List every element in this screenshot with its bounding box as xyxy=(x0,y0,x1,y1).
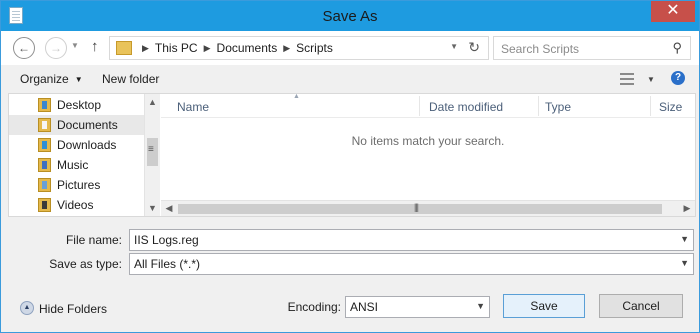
column-header-type[interactable]: Type xyxy=(545,100,571,114)
refresh-button[interactable]: ↻ xyxy=(468,39,480,56)
sort-ascending-icon: ▲ xyxy=(293,93,300,100)
chevron-down-icon: ▼ xyxy=(450,42,458,51)
forward-button[interactable]: → xyxy=(45,37,67,59)
videos-folder-icon xyxy=(38,198,51,212)
cancel-button[interactable]: Cancel xyxy=(599,294,683,318)
file-name-field[interactable]: IIS Logs.reg ▼ xyxy=(129,229,694,251)
help-icon[interactable]: ? xyxy=(671,71,685,85)
search-input[interactable]: Search Scripts ⚲ xyxy=(493,36,691,60)
sidebar-item-music[interactable]: Music xyxy=(9,155,144,175)
chevron-down-icon: ▼ xyxy=(71,41,79,50)
chevron-down-icon: ▼ xyxy=(647,75,655,84)
back-button[interactable]: ← xyxy=(13,37,35,59)
command-bar: Organize ▼ New folder ▼ ? xyxy=(1,65,699,93)
back-arrow-icon: ← xyxy=(18,41,30,55)
sidebar-item-label: Music xyxy=(57,158,89,172)
organize-button[interactable]: Organize ▼ xyxy=(20,72,83,86)
chevron-right-icon: ▶ xyxy=(142,43,149,53)
column-header-name[interactable]: Name xyxy=(177,100,209,114)
view-options-icon[interactable] xyxy=(620,73,634,85)
column-header-date-modified[interactable]: Date modified xyxy=(429,100,503,114)
collapse-up-icon: ▲ xyxy=(20,301,34,315)
encoding-label: Encoding: xyxy=(287,300,341,314)
new-folder-button[interactable]: New folder xyxy=(102,72,159,86)
file-list-horizontal-scrollbar[interactable]: ◀ ▶ xyxy=(161,200,695,216)
column-header-row: ▲ Name Date modified Type Size xyxy=(161,93,695,118)
column-divider[interactable] xyxy=(538,96,539,116)
address-bar[interactable]: ▶ This PC ▶ Documents ▶ Scripts ▼ ↻ xyxy=(109,36,489,60)
scroll-right-icon[interactable]: ▶ xyxy=(679,201,695,217)
folder-icon xyxy=(116,41,132,55)
up-button[interactable]: ↑ xyxy=(91,38,99,55)
breadcrumb-scripts[interactable]: Scripts xyxy=(296,41,333,55)
encoding-select[interactable]: ANSI ▼ xyxy=(345,296,490,318)
sidebar-item-label: Downloads xyxy=(57,138,117,152)
breadcrumb-this-pc[interactable]: This PC xyxy=(155,41,198,55)
save-as-type-label: Save as type: xyxy=(49,257,122,271)
navigation-pane: Desktop Documents Downloads Music Pictur… xyxy=(9,94,160,216)
hide-folders-label: Hide Folders xyxy=(39,302,108,316)
up-arrow-icon: ↑ xyxy=(91,38,99,55)
column-divider[interactable] xyxy=(419,96,420,116)
chevron-down-icon: ▼ xyxy=(680,258,689,268)
search-placeholder: Search Scripts xyxy=(501,42,580,56)
chevron-right-icon[interactable]: ▶ xyxy=(204,43,211,53)
documents-folder-icon xyxy=(38,118,51,132)
sidebar-item-label: Documents xyxy=(57,118,118,132)
recent-locations-dropdown[interactable]: ▼ xyxy=(71,41,79,50)
title-bar: Save As ✕ xyxy=(1,1,699,31)
save-as-type-select[interactable]: All Files (*.*) ▼ xyxy=(129,253,694,275)
sidebar-item-documents[interactable]: Documents xyxy=(9,115,144,135)
close-button[interactable]: ✕ xyxy=(651,1,695,22)
scrollbar-thumb[interactable] xyxy=(147,138,158,166)
browser-pane: Desktop Documents Downloads Music Pictur… xyxy=(8,93,696,217)
downloads-folder-icon xyxy=(38,138,51,152)
column-divider[interactable] xyxy=(650,96,651,116)
navigation-bar: ← → ▼ ↑ ▶ This PC ▶ Documents ▶ Scripts ▼ ↻ S… xyxy=(1,31,699,65)
scroll-up-icon[interactable]: ▲ xyxy=(145,94,160,110)
sidebar-item-pictures[interactable]: Pictures xyxy=(9,175,144,195)
view-dropdown-button[interactable]: ▼ xyxy=(647,75,655,84)
address-history-dropdown[interactable]: ▼ xyxy=(450,42,458,51)
sidebar-item-videos[interactable]: Videos xyxy=(9,195,144,215)
sidebar-item-label: Desktop xyxy=(57,98,102,112)
chevron-right-icon[interactable]: ▶ xyxy=(283,43,290,53)
pictures-folder-icon xyxy=(38,178,51,192)
scrollbar-thumb[interactable] xyxy=(178,202,662,214)
save-as-type-value: All Files (*.*) xyxy=(134,257,201,271)
organize-label: Organize xyxy=(20,72,69,86)
navigation-pane-scrollbar[interactable]: ▲ ▼ xyxy=(144,94,160,216)
sidebar-item-label: Pictures xyxy=(57,178,101,192)
save-button[interactable]: Save xyxy=(503,294,585,318)
chevron-down-icon: ▼ xyxy=(476,301,485,311)
scroll-down-icon[interactable]: ▼ xyxy=(145,200,160,216)
file-list-pane: ▲ Name Date modified Type Size No items … xyxy=(161,93,695,216)
save-as-dialog: Save As ✕ ← → ▼ ↑ ▶ This PC ▶ Documents ▶ Scr… xyxy=(0,0,700,333)
file-name-value[interactable]: IIS Logs.reg xyxy=(134,233,199,247)
forward-arrow-icon: → xyxy=(50,41,62,55)
desktop-folder-icon xyxy=(38,98,51,112)
sidebar-item-label: Videos xyxy=(57,198,94,212)
sidebar-item-downloads[interactable]: Downloads xyxy=(9,135,144,155)
music-folder-icon xyxy=(38,158,51,172)
chevron-down-icon: ▼ xyxy=(74,75,83,84)
scroll-left-icon[interactable]: ◀ xyxy=(161,201,177,217)
file-name-label: File name: xyxy=(65,233,122,247)
refresh-icon: ↻ xyxy=(468,39,480,55)
breadcrumb-documents[interactable]: Documents xyxy=(217,41,278,55)
encoding-value: ANSI xyxy=(350,300,379,314)
search-icon[interactable]: ⚲ xyxy=(672,40,682,56)
column-header-size[interactable]: Size xyxy=(659,100,682,114)
sidebar-item-desktop[interactable]: Desktop xyxy=(9,95,144,115)
empty-folder-message: No items match your search. xyxy=(351,134,505,148)
dialog-title: Save As xyxy=(322,8,378,25)
chevron-down-icon[interactable]: ▼ xyxy=(680,234,689,244)
breadcrumb: ▶ This PC ▶ Documents ▶ Scripts xyxy=(136,41,333,55)
